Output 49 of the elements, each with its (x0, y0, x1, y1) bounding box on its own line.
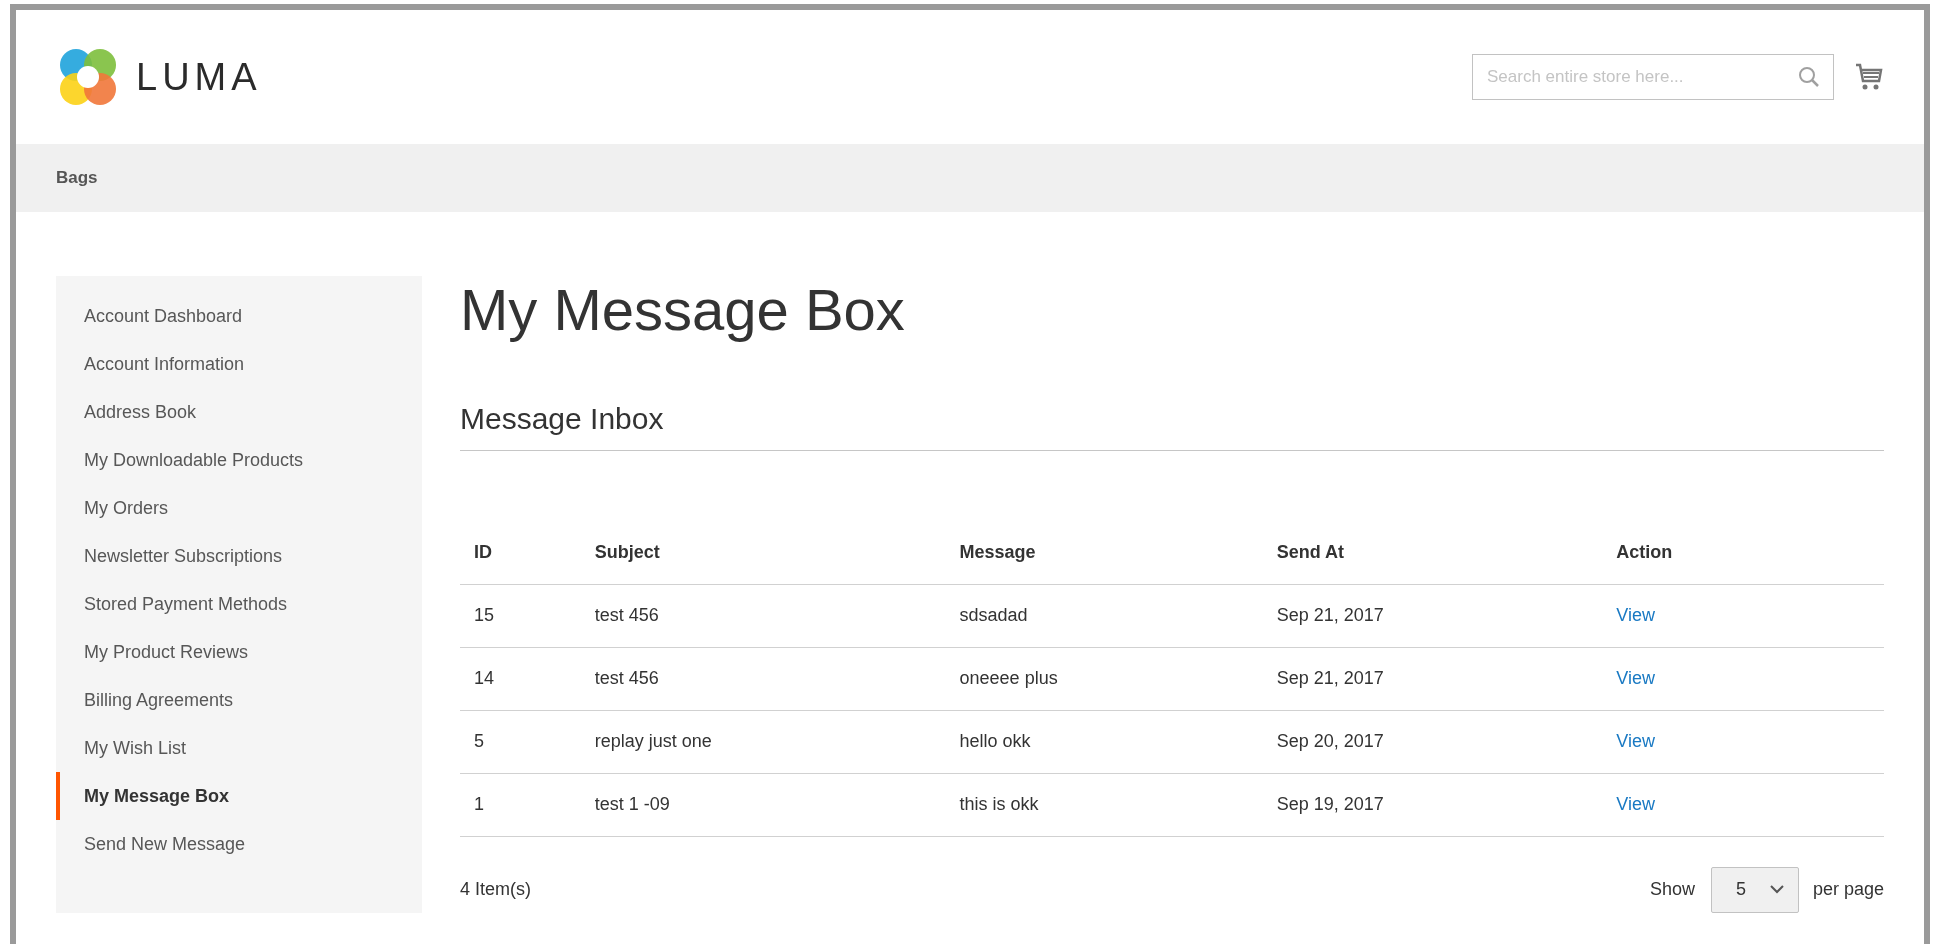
table-cell: Sep 20, 2017 (1262, 710, 1603, 774)
table-cell: 14 (460, 647, 581, 711)
table-cell: Sep 21, 2017 (1262, 584, 1603, 648)
sidebar-item[interactable]: My Wish List (56, 724, 422, 772)
nav-link[interactable]: Bags (56, 168, 98, 188)
sidebar-item[interactable]: Billing Agreements (56, 676, 422, 724)
table-cell: test 1 -09 (580, 773, 946, 837)
table-cell: sdsadad (945, 584, 1263, 648)
sidebar-item[interactable]: Stored Payment Methods (56, 580, 422, 628)
table-cell: Sep 21, 2017 (1262, 647, 1603, 711)
table-cell: replay just one (580, 710, 946, 774)
view-link[interactable]: View (1616, 605, 1656, 626)
section-title: Message Inbox (460, 401, 1884, 451)
view-link[interactable]: View (1616, 668, 1656, 689)
per-page-label: per page (1812, 879, 1884, 901)
sidebar-item[interactable]: My Orders (56, 484, 422, 532)
sidebar-item[interactable]: Account Dashboard (56, 292, 422, 340)
table-cell: hello okk (945, 710, 1263, 774)
page-title: My Message Box (460, 276, 906, 342)
sidebar-item[interactable]: My Message Box (56, 772, 422, 820)
table-cell: test 456 (580, 647, 946, 711)
show-label: Show (1649, 879, 1695, 901)
item-count: 4 Item(s) (460, 879, 531, 901)
sidebar-item[interactable]: My Product Reviews (56, 628, 422, 676)
table-cell: 5 (460, 710, 581, 774)
column-header: Message (945, 520, 1263, 585)
table-cell: 15 (460, 584, 581, 648)
per-page-select[interactable]: 5 (1710, 866, 1799, 913)
search-icon[interactable] (1798, 66, 1820, 88)
column-header: Send At (1262, 520, 1603, 585)
column-header: Action (1602, 520, 1814, 585)
logo-text[interactable]: LUMA (136, 55, 262, 99)
column-header: Subject (580, 520, 946, 585)
table-cell: oneeee plus (945, 647, 1263, 711)
table-cell: this is okk (945, 773, 1263, 837)
search-field[interactable]: Search entire store here... (1472, 54, 1834, 100)
view-link[interactable]: View (1616, 794, 1656, 815)
table-cell: 1 (460, 773, 581, 837)
column-header: ID (460, 520, 581, 585)
view-link[interactable]: View (1616, 731, 1656, 752)
sidebar-item[interactable]: Send New Message (56, 820, 422, 868)
sidebar-item[interactable]: Address Book (56, 388, 422, 436)
chevron-icon (1769, 885, 1784, 895)
table-cell: test 456 (580, 584, 946, 648)
sidebar-item[interactable]: Account Information (56, 340, 422, 388)
sidebar-item[interactable]: Newsletter Subscriptions (56, 532, 422, 580)
cart-icon[interactable] (1854, 62, 1884, 92)
sidebar-item[interactable]: My Downloadable Products (56, 436, 422, 484)
table-cell: Sep 19, 2017 (1262, 773, 1603, 837)
